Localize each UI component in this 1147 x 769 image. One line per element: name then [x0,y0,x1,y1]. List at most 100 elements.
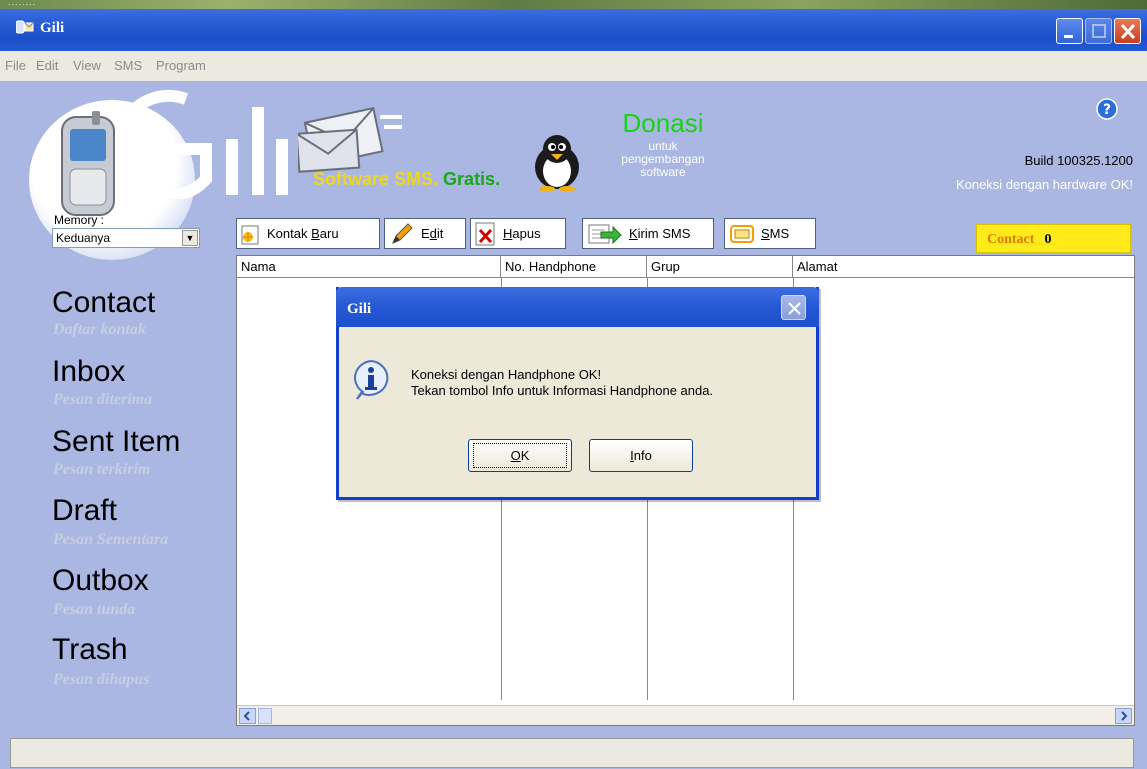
nav-sent-item[interactable]: Sent Item [52,425,180,459]
delete-x-icon [475,222,495,245]
label-part: K [629,226,638,241]
contact-counter: Contact 0 [976,224,1131,253]
kontak-baru-button[interactable]: Kontak Baru [236,218,380,249]
sms-label: SMS [761,226,789,241]
chevron-down-icon[interactable]: ▼ [182,230,198,246]
nav-draft-sub: Pesan Sementara [53,531,169,548]
label-part: E [421,226,430,241]
focus-ring [473,443,567,468]
memory-select-value: Keduanya [56,231,111,245]
donasi-sub-line: software [640,165,686,179]
slogan-software: Software SMS. [313,169,439,189]
maximize-button[interactable] [1085,18,1112,44]
label-part: irim SMS [637,226,691,241]
chevron-right-icon [1121,711,1128,721]
envelopes-icon [298,107,402,173]
nav-trash-sub: Pesan dihapus [53,671,150,688]
menu-bar: File Edit View SMS Program [0,51,1147,81]
info-button[interactable]: Info [589,439,693,472]
table-header: Nama No. Handphone Grup Alamat [237,256,1134,278]
menu-file[interactable]: File [5,58,26,73]
scroll-right-button[interactable] [1115,708,1132,724]
label-part: apus [512,226,541,241]
scroll-left-button[interactable] [239,708,256,724]
dialog-message-line: Tekan tombol Info untuk Informasi Handph… [411,383,714,398]
donasi-subtitle: untuk pengembangan software [598,140,728,179]
send-sms-icon [588,224,622,244]
chevron-left-icon [243,711,250,721]
label-part: d [429,226,437,241]
window-title: Gili [40,20,65,36]
dialog-title-bar[interactable]: Gili [336,287,819,327]
label-part: nfo [633,448,652,463]
edit-label: Edit [421,226,443,241]
column-nama[interactable]: Nama [237,256,501,277]
memory-label: Memory : [54,213,105,227]
kirim-sms-button[interactable]: Kirim SMS [582,218,714,249]
hapus-button[interactable]: Hapus [470,218,566,249]
label-part: it [436,226,444,241]
label-part: aru [319,226,339,241]
close-icon [788,302,801,315]
penguin-icon [535,135,579,191]
nav-outbox-sub: Pesan tunda [53,601,136,618]
menu-view[interactable]: View [73,58,101,73]
menu-edit[interactable]: Edit [36,58,58,73]
label-part: MS [769,226,790,241]
slogan-gratis: Gratis. [443,169,501,189]
label-part: B [311,226,320,241]
info-icon [354,359,389,400]
nav-outbox[interactable]: Outbox [52,564,149,598]
dialog-close-button[interactable] [781,295,806,320]
new-contact-icon [241,225,259,244]
horizontal-scrollbar[interactable] [237,705,1134,725]
label-part: Kontak [267,226,312,241]
svg-text:?: ? [1103,102,1111,118]
phone-logo-icon [61,111,115,216]
desktop-strip: ........ [0,0,1147,9]
contact-counter-label: Contact [987,232,1035,247]
build-version: Build 100325.1200 [1024,153,1133,168]
nav-sent-item-sub: Pesan terkirim [53,461,151,478]
nav-inbox[interactable]: Inbox [52,355,125,389]
minimize-button[interactable] [1056,18,1083,44]
sms-button[interactable]: SMS [724,218,816,249]
memory-select[interactable]: Keduanya ▼ [52,228,200,248]
nav-draft[interactable]: Draft [52,494,117,528]
menu-sms[interactable]: SMS [114,58,142,73]
dialog-message-line: Koneksi dengan Handphone OK! [411,367,602,382]
nav-contact-sub: Daftar kontak [53,321,146,338]
maximize-icon [1092,24,1106,38]
help-icon[interactable]: ? [1096,98,1118,120]
edit-pencil-icon [392,222,413,244]
column-no-handphone[interactable]: No. Handphone [501,256,647,277]
desktop-strip-text: ........ [8,0,37,7]
label-part: H [503,226,513,241]
ok-button[interactable]: OK [468,439,572,472]
app-icon [15,19,34,35]
nav-trash[interactable]: Trash [52,633,128,667]
column-alamat[interactable]: Alamat [793,256,1134,277]
contact-counter-value: 0 [1044,232,1052,247]
title-bar[interactable]: Gili [0,9,1147,51]
gili-logo-icon [116,89,288,199]
nav-contact[interactable]: Contact [52,286,155,320]
edit-button[interactable]: Edit [384,218,466,249]
donasi-link[interactable]: Donasi [613,108,713,139]
minimize-icon [1064,35,1073,38]
close-button[interactable] [1114,18,1141,44]
hardware-status: Koneksi dengan hardware OK! [955,177,1133,192]
kontak-baru-label: Kontak Baru [267,226,339,241]
dialog-message: Koneksi dengan Handphone OK! Tekan tombo… [411,367,713,399]
nav-inbox-sub: Pesan diterima [53,391,153,408]
close-icon [1120,23,1136,40]
scroll-thumb[interactable] [258,708,272,724]
info-dialog: Gili Koneksi dengan Handphone OK! Tekan … [336,287,819,500]
menu-program[interactable]: Program [156,58,206,73]
status-bar [10,738,1134,768]
label-part: S [761,226,770,241]
column-grup[interactable]: Grup [647,256,793,277]
slogan: Software SMS. Gratis. [313,169,500,190]
dialog-title: Gili [347,301,372,317]
sms-icon [730,224,754,243]
